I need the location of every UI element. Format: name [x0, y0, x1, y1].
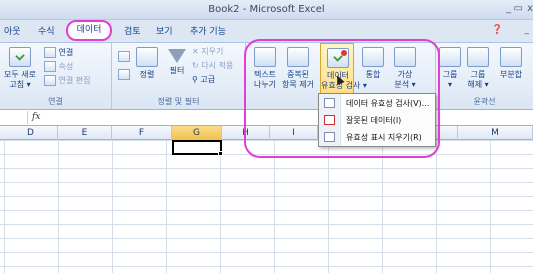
close-button[interactable]: x: [527, 3, 533, 14]
group-icon: [439, 47, 461, 67]
clear-filter-label: 지우기: [201, 47, 224, 56]
subtotal-button[interactable]: 부분합: [496, 47, 526, 80]
tab-data[interactable]: 데이터: [66, 20, 112, 41]
column-header-e[interactable]: E: [58, 126, 112, 140]
ungroup-label: 그룹 해제 ▾: [467, 70, 489, 89]
filter-button[interactable]: 필터: [166, 47, 188, 76]
active-cell[interactable]: [172, 140, 223, 156]
column-header-f[interactable]: F: [112, 126, 172, 140]
tab-layout[interactable]: 아웃: [4, 24, 21, 37]
reapply-button[interactable]: ↻ 다시 적용: [192, 61, 233, 71]
minimize-button[interactable]: _: [506, 3, 511, 14]
title-bar: Book2 - Microsoft Excel _ ▭ x: [0, 0, 533, 20]
sort-label: 정렬: [139, 70, 155, 79]
highlight-annotation: [244, 39, 440, 158]
subtotal-icon: [500, 47, 522, 67]
clear-filter-button[interactable]: ✕ 지우기: [192, 47, 223, 57]
advanced-filter-icon: ⚲: [192, 75, 198, 84]
edit-links-label: 연결 편집: [58, 76, 91, 85]
reapply-icon: ↻: [192, 61, 199, 70]
group-label-sort-filter: 정렬 및 필터: [157, 97, 200, 106]
group-label: 그룹 ▾: [442, 70, 458, 89]
sort-dialog-icon: [136, 47, 158, 67]
column-header-m[interactable]: M: [458, 126, 533, 140]
connections-button[interactable]: 연결: [44, 47, 73, 58]
properties-label: 속성: [58, 62, 74, 71]
tab-view[interactable]: 보기: [156, 24, 173, 37]
help-icon[interactable]: ❓: [492, 25, 503, 35]
group-label-outline: 윤곽선: [473, 97, 496, 106]
sort-button[interactable]: 정렬: [136, 47, 158, 80]
tab-addins[interactable]: 추가 기능: [190, 24, 226, 37]
group-connections: 모두 새로 고침 ▾ 연결 속성 연결 편집 연결: [0, 43, 112, 109]
insert-function-icon[interactable]: fx: [32, 112, 40, 122]
sort-za-button[interactable]: [118, 69, 130, 80]
ungroup-button[interactable]: 그룹 해제 ▾: [464, 47, 492, 90]
group-label-connections: 연결: [48, 97, 63, 106]
column-header-g[interactable]: G: [172, 126, 222, 140]
refresh-icon: [9, 47, 31, 67]
column-header-d[interactable]: D: [4, 126, 58, 140]
reapply-label: 다시 적용: [201, 61, 234, 70]
advanced-filter-label: 고급: [200, 75, 216, 84]
maximize-button[interactable]: ▭: [514, 3, 523, 14]
tab-formulas[interactable]: 수식: [38, 24, 55, 37]
window-title: Book2 - Microsoft Excel: [208, 4, 325, 15]
sort-za-icon: [118, 69, 130, 80]
workbook-minimize-button[interactable]: _: [525, 25, 530, 35]
advanced-filter-button[interactable]: ⚲ 고급: [192, 75, 215, 85]
group-outline: 그룹 ▾ 그룹 해제 ▾ 부분합 윤곽선: [436, 43, 533, 109]
connections-label: 연결: [58, 48, 74, 57]
ungroup-icon: [467, 47, 489, 67]
properties-button[interactable]: 속성: [44, 61, 73, 72]
edit-links-button[interactable]: 연결 편집: [44, 75, 91, 86]
group-sort-filter: 정렬 필터 ✕ 지우기 ↻ 다시 적용 ⚲ 고급 정렬 및 필터: [112, 43, 246, 109]
properties-icon: [44, 61, 56, 72]
group-button[interactable]: 그룹 ▾: [438, 47, 462, 90]
tab-review[interactable]: 검토: [124, 24, 141, 37]
name-box[interactable]: [0, 111, 28, 124]
clear-filter-icon: ✕: [192, 47, 199, 56]
filter-label: 필터: [169, 66, 185, 75]
refresh-all-button[interactable]: 모두 새로 고침 ▾: [4, 47, 36, 90]
edit-links-icon: [44, 75, 56, 86]
connections-icon: [44, 47, 56, 58]
cell-grid[interactable]: [0, 140, 533, 273]
filter-icon: [168, 49, 186, 63]
sort-az-icon: [118, 51, 130, 62]
refresh-all-label: 모두 새로 고침 ▾: [4, 70, 36, 89]
fill-handle[interactable]: [218, 151, 223, 156]
sort-az-button[interactable]: [118, 51, 130, 62]
subtotal-label: 부분합: [499, 70, 523, 79]
